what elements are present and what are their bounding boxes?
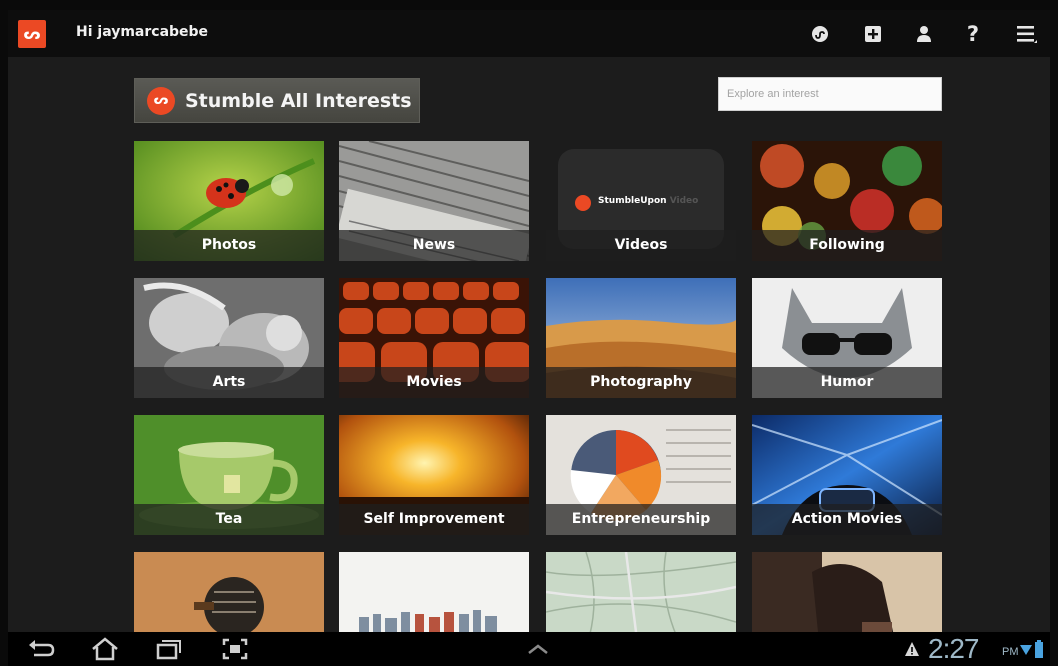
interest-tile-humor[interactable]: Humor: [752, 278, 942, 398]
clock-time: 2:27: [928, 633, 979, 664]
action-bar: ᔕ Hi jaymarcabebe ?: [8, 10, 1050, 57]
interest-tile-photos[interactable]: Photos: [134, 141, 324, 261]
clock-ampm: PM: [1002, 646, 1019, 658]
recent-apps-icon[interactable]: [151, 637, 185, 661]
stumbleupon-logo[interactable]: ᔕ: [18, 20, 46, 48]
stumble-icon: ᔕ: [147, 86, 175, 115]
stumble-icon[interactable]: [805, 19, 835, 49]
tile-caption: Arts: [134, 367, 324, 398]
interest-tile-action-movies[interactable]: Action Movies: [752, 415, 942, 535]
tile-caption: Videos: [546, 230, 736, 261]
wifi-icon: [1020, 641, 1032, 662]
tile-caption: Action Movies: [752, 504, 942, 535]
interest-tile-videos[interactable]: StumbleUpon Video Videos: [546, 141, 736, 261]
profile-icon[interactable]: [909, 19, 939, 49]
videos-brand-text: StumbleUpon Video: [598, 196, 699, 206]
interest-tile-photography[interactable]: Photography: [546, 278, 736, 398]
home-icon[interactable]: [88, 637, 122, 661]
tile-caption: Self Improvement: [339, 504, 529, 535]
tile-caption: Photos: [134, 230, 324, 261]
battery-icon: [1035, 640, 1043, 663]
interest-tile-self-improvement[interactable]: Self Improvement: [339, 415, 529, 535]
add-icon[interactable]: [858, 19, 888, 49]
stumble-all-label: Stumble All Interests: [185, 89, 412, 112]
screenshot-icon[interactable]: [218, 637, 252, 661]
interest-tile-tea[interactable]: Tea: [134, 415, 324, 535]
tile-caption: Humor: [752, 367, 942, 398]
tile-caption: Following: [752, 230, 942, 261]
help-icon[interactable]: ?: [958, 19, 988, 49]
interest-tile-arts[interactable]: Arts: [134, 278, 324, 398]
tile-caption: Tea: [134, 504, 324, 535]
tile-caption: Entrepreneurship: [546, 504, 736, 535]
system-navigation-bar: 2:27 PM: [8, 632, 1050, 666]
warning-icon[interactable]: [904, 641, 920, 662]
explore-interest-input[interactable]: [718, 77, 942, 111]
app-frame: ᔕ Hi jaymarcabebe ? ᔕ Stumble All Intere…: [8, 10, 1050, 666]
chevron-up-icon[interactable]: [521, 637, 555, 661]
stumble-all-interests-button[interactable]: ᔕ Stumble All Interests: [134, 78, 420, 123]
interest-tile-movies[interactable]: Movies: [339, 278, 529, 398]
interest-tile-news[interactable]: News: [339, 141, 529, 261]
tile-caption: Photography: [546, 367, 736, 398]
tile-caption: News: [339, 230, 529, 261]
tile-caption: Movies: [339, 367, 529, 398]
menu-icon[interactable]: [1012, 19, 1042, 49]
greeting-text: Hi jaymarcabebe: [76, 24, 209, 40]
interest-tile-entrepreneurship[interactable]: Entrepreneurship: [546, 415, 736, 535]
back-icon[interactable]: [24, 637, 58, 661]
interest-tile-following[interactable]: Following: [752, 141, 942, 261]
